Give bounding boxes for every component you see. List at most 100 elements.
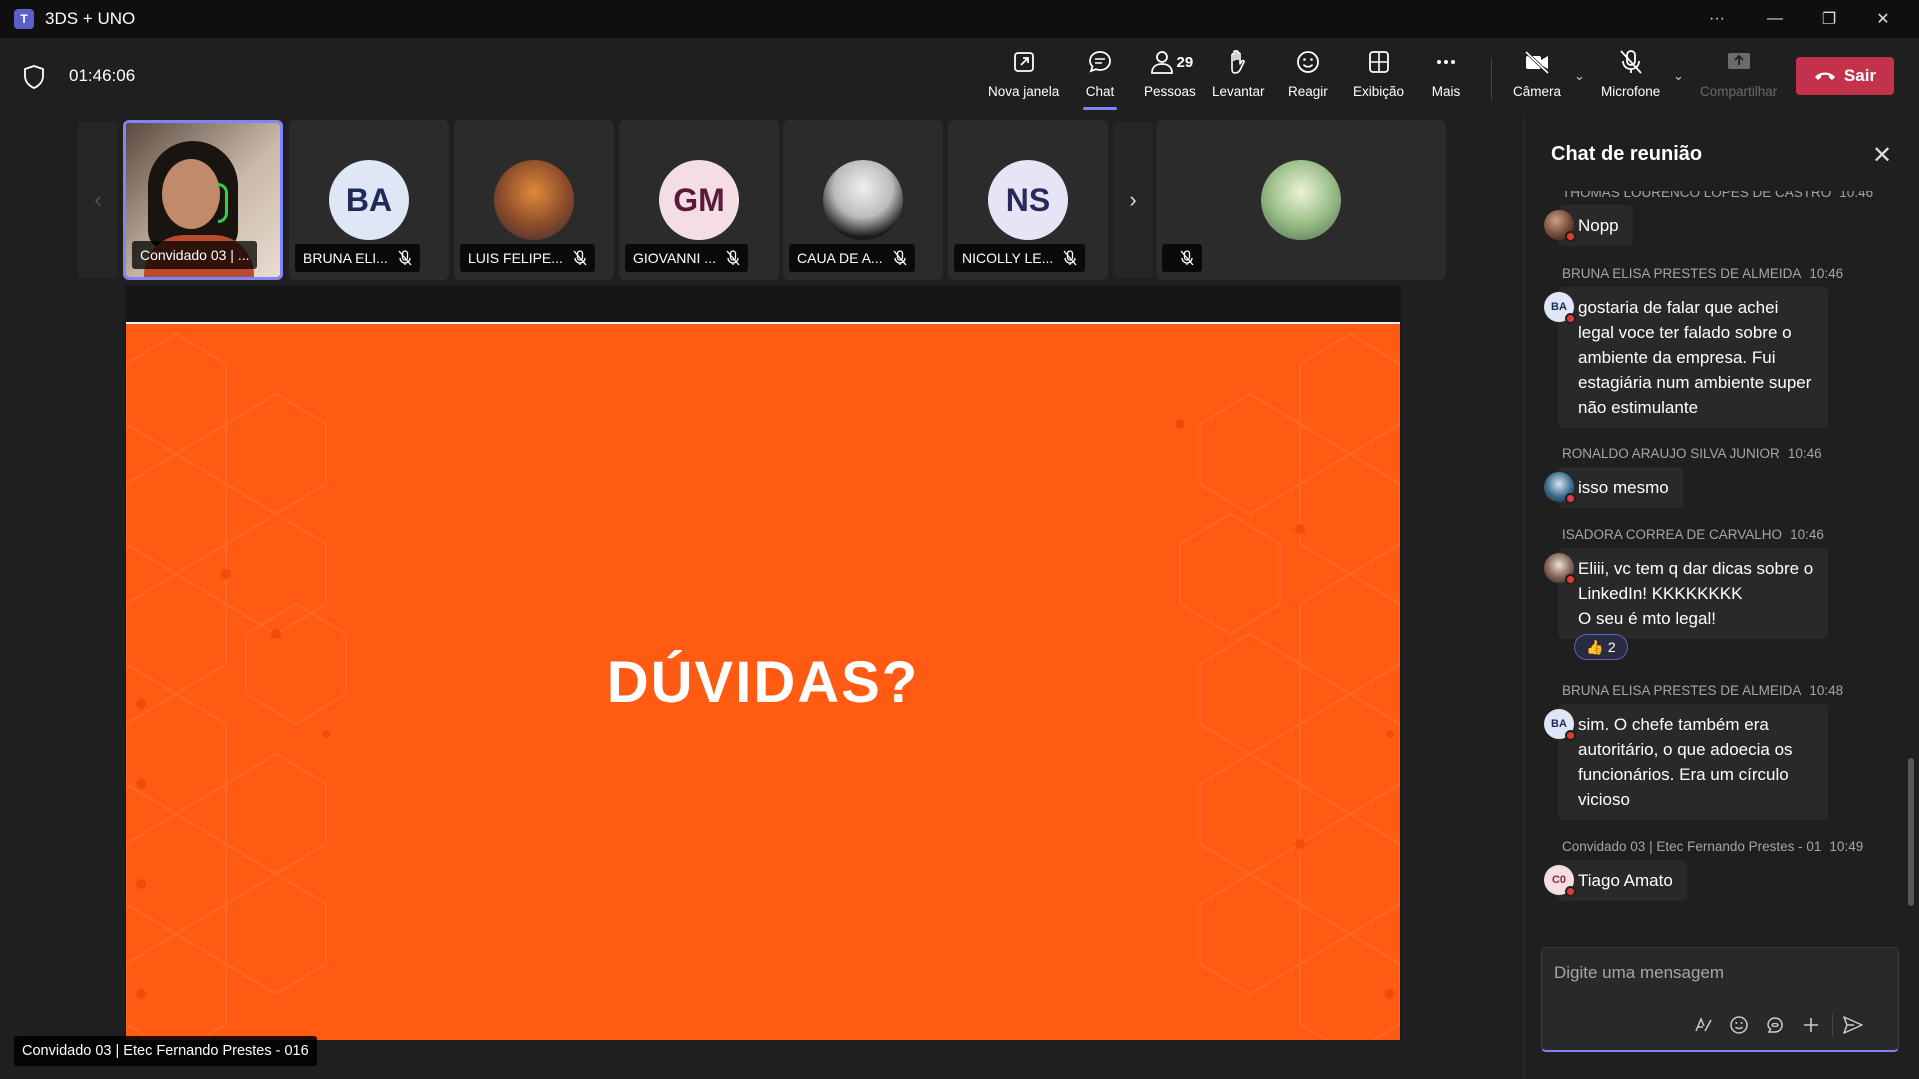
chat-message-bubble[interactable]: gostaria de falar que achei legal voce t… (1558, 287, 1828, 428)
teams-logo-icon: T (14, 9, 34, 29)
avatar: BA (329, 160, 409, 240)
message-meta: BRUNA ELISA PRESTES DE ALMEIDA 10:46 (1562, 266, 1844, 281)
microphone-button[interactable]: Microfone (1601, 48, 1660, 108)
participant-name-label (1162, 244, 1202, 272)
mic-off-icon (726, 250, 740, 266)
chat-title: Chat de reunião (1551, 143, 1703, 165)
participants-next-button[interactable]: › (1113, 122, 1153, 278)
participant-name-label: GIOVANNI ... (625, 244, 748, 272)
mic-off-icon (1619, 50, 1642, 74)
format-icon[interactable] (1692, 1014, 1714, 1036)
chat-message-bubble[interactable]: Eliii, vc tem q dar dicas sobre o Linked… (1558, 548, 1828, 639)
avatar: GM (659, 160, 739, 240)
leave-button[interactable]: Sair (1796, 57, 1894, 95)
react-label: Reagir (1288, 84, 1328, 99)
participant-tile[interactable]: CAUA DE A... (783, 120, 943, 280)
thumbs-up-icon: 👍 (1586, 638, 1604, 655)
participants-prev-button[interactable]: ‹ (78, 122, 118, 278)
chat-message-list[interactable]: THOMAS LOURENCO LOPES DE CASTRO 10:46 Nop… (1524, 191, 1919, 929)
people-label: Pessoas (1144, 84, 1196, 99)
close-window-button[interactable]: ✕ (1856, 0, 1910, 38)
minimize-button[interactable]: — (1748, 0, 1802, 38)
microphone-options-chevron-icon[interactable]: ⌄ (1673, 68, 1684, 84)
people-button[interactable]: 29 Pessoas (1144, 48, 1196, 108)
mic-off-icon (1180, 250, 1194, 266)
mic-off-icon (398, 250, 412, 266)
smiley-icon (1296, 51, 1319, 73)
participant-name-label: LUIS FELIPE... (460, 244, 595, 272)
mic-off-icon (1063, 250, 1077, 266)
send-icon[interactable] (1842, 1014, 1864, 1036)
slide-heading: DÚVIDAS? (606, 649, 920, 715)
participant-tile[interactable]: Convidado 03 | ... (123, 120, 283, 280)
avatar (1544, 553, 1576, 585)
loop-component-icon[interactable] (1764, 1014, 1786, 1036)
more-button[interactable]: Mais (1431, 48, 1461, 108)
window-title: 3DS + UNO (45, 9, 136, 28)
raise-hand-button[interactable]: Levantar (1212, 48, 1265, 108)
participant-tile[interactable] (1156, 120, 1446, 280)
status-dot (1565, 313, 1576, 324)
toolbar-divider (1491, 58, 1492, 100)
chat-panel: Chat de reunião ✕ THOMAS LOURENCO LOPES … (1523, 115, 1919, 1079)
title-bar: T 3DS + UNO ··· — ❐ ✕ (0, 0, 1919, 38)
share-icon (1727, 53, 1750, 69)
message-meta: BRUNA ELISA PRESTES DE ALMEIDA 10:48 (1562, 683, 1844, 698)
participant-name-label: Convidado 03 | ... (132, 241, 258, 269)
more-dots-icon (1437, 60, 1455, 64)
raise-hand-label: Levantar (1212, 84, 1265, 99)
message-meta: RONALDO ARAUJO SILVA JUNIOR 10:46 (1562, 446, 1822, 461)
react-button[interactable]: Reagir (1288, 48, 1328, 108)
shield-icon[interactable] (22, 64, 46, 90)
message-input[interactable] (1554, 960, 1884, 986)
raise-hand-icon (1231, 50, 1246, 74)
participant-tile[interactable]: BA BRUNA ELI... (289, 120, 449, 280)
avatar (823, 160, 903, 240)
new-window-button[interactable]: Nova janela (988, 48, 1059, 108)
chat-header: Chat de reunião ✕ (1524, 115, 1919, 191)
add-icon[interactable] (1800, 1014, 1822, 1036)
avatar (1544, 210, 1576, 242)
chat-button[interactable]: Chat (1083, 48, 1117, 110)
leave-label: Sair (1843, 66, 1877, 85)
message-compose-box[interactable] (1541, 947, 1899, 1052)
emoji-icon[interactable] (1728, 1014, 1750, 1036)
avatar: BA (1544, 709, 1576, 741)
status-dot (1565, 493, 1576, 504)
restore-button[interactable]: ❐ (1802, 0, 1856, 38)
shared-slide: DÚVIDAS? (126, 324, 1400, 1040)
more-options-icon[interactable]: ··· (1690, 0, 1744, 38)
reaction-badge[interactable]: 👍 2 (1574, 634, 1628, 660)
participant-tile[interactable]: GM GIOVANNI ... (619, 120, 779, 280)
people-icon (1150, 51, 1173, 74)
compose-divider (1832, 1014, 1833, 1036)
share-button[interactable]: Compartilhar (1700, 48, 1777, 108)
avatar (494, 160, 574, 240)
status-dot (1565, 574, 1576, 585)
view-button[interactable]: Exibição (1353, 48, 1404, 108)
avatar (1544, 472, 1576, 504)
chat-scrollbar[interactable] (1908, 758, 1914, 906)
reaction-count: 2 (1607, 639, 1616, 655)
avatar: C0 (1544, 865, 1576, 897)
status-dot (1565, 886, 1576, 897)
view-label: Exibição (1353, 84, 1405, 99)
chat-message-bubble[interactable]: isso mesmo (1558, 467, 1683, 508)
more-label: Mais (1431, 84, 1461, 99)
meeting-toolbar: 01:46:06 Nova janela Chat 29 Pessoas Lev… (0, 38, 1919, 115)
share-label: Compartilhar (1700, 84, 1778, 99)
avatar: NS (988, 160, 1068, 240)
participant-tile[interactable]: NS NICOLLY LE... (948, 120, 1108, 280)
chat-message-bubble[interactable]: sim. O chefe também era autoritário, o q… (1558, 704, 1828, 820)
chat-message-bubble[interactable]: Tiago Amato (1558, 860, 1687, 901)
mic-off-icon (893, 250, 907, 266)
participant-name-label: BRUNA ELI... (295, 244, 420, 272)
message-meta: Convidado 03 | Etec Fernando Prestes - 0… (1562, 839, 1864, 854)
camera-options-chevron-icon[interactable]: ⌄ (1574, 68, 1585, 84)
camera-button[interactable]: Câmera (1513, 48, 1561, 108)
view-grid-icon (1368, 51, 1389, 73)
camera-off-icon (1524, 50, 1550, 75)
new-window-label: Nova janela (988, 84, 1060, 99)
participant-tile[interactable]: LUIS FELIPE... (454, 120, 614, 280)
close-icon[interactable]: ✕ (1872, 141, 1892, 170)
